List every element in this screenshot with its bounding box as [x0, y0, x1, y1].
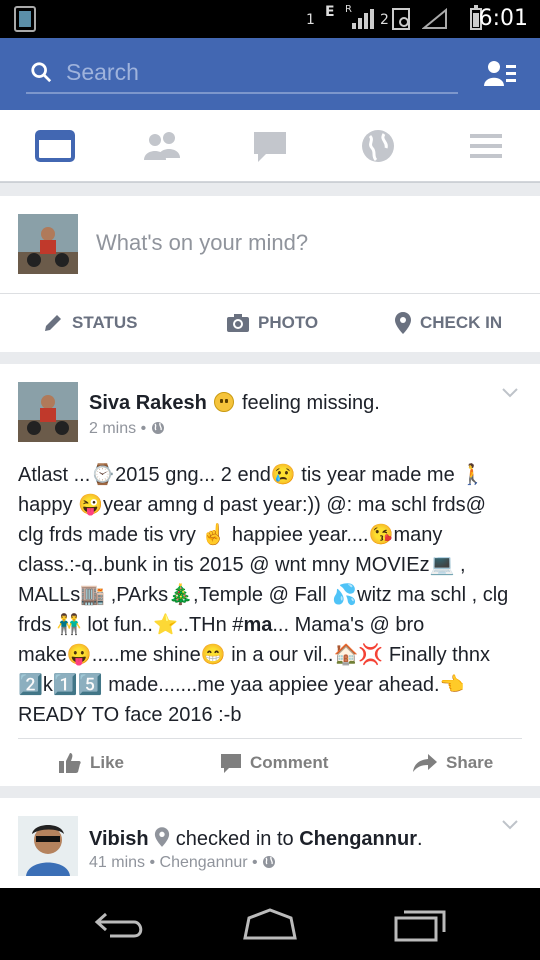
post-line: Atlast ...⌚2015 gng... 2 end😢 tis year m…: [18, 464, 486, 486]
search-input[interactable]: Search: [26, 52, 458, 94]
home-icon[interactable]: [243, 908, 297, 942]
thumbs-up-icon: [59, 753, 81, 773]
app-bar: Search: [0, 38, 540, 110]
sim2-data-icon: [392, 8, 410, 30]
status-button[interactable]: STATUS: [42, 308, 137, 338]
divider: [18, 738, 522, 739]
status-label: STATUS: [72, 313, 138, 332]
post-location[interactable]: Chengannur: [160, 854, 248, 871]
search-icon: [31, 62, 52, 83]
tab-menu[interactable]: [466, 126, 506, 166]
app-notification-icon: [14, 6, 36, 32]
post-header: Siva Rakesh feeling missing.: [89, 392, 380, 415]
recent-apps-icon[interactable]: [394, 908, 448, 942]
post-meta: 41 mins • Chengannur •: [89, 854, 276, 872]
place-suffix: .: [416, 828, 423, 850]
sim2-label: 2: [380, 12, 389, 28]
feeling-emoji-icon: [214, 392, 235, 412]
avatar[interactable]: [18, 816, 78, 876]
check-in-button[interactable]: CHECK IN: [394, 308, 502, 338]
tab-globe-notifications[interactable]: [358, 126, 398, 166]
signal-empty-icon: [422, 8, 447, 29]
search-placeholder: Search: [66, 59, 139, 85]
tab-messages[interactable]: [250, 126, 290, 166]
checked-in-text: checked in to: [175, 828, 294, 850]
feed-post: Vibish checked in to Chengannur. 41 mins…: [0, 798, 540, 888]
composer-input[interactable]: What's on your mind?: [96, 230, 308, 256]
post-line: frds 👬 lot fun..⭐..THn #ma... Mama's @ b…: [18, 614, 425, 636]
share-label: Share: [446, 753, 494, 772]
feed-post: Siva Rakesh feeling missing. 2 mins • At…: [0, 364, 540, 786]
photo-button[interactable]: PHOTO: [226, 308, 318, 338]
post-meta: 2 mins •: [89, 420, 165, 438]
share-button[interactable]: Share: [412, 750, 493, 776]
feeling-text: feeling missing.: [241, 392, 380, 414]
post-line: MALLs🏬 ,PArks🎄,Temple @ Fall 💦witz ma sc…: [18, 584, 509, 606]
chevron-down-icon[interactable]: [502, 388, 518, 398]
post-line: happy 😜year amng d past year:)) @: ma sc…: [18, 494, 486, 516]
post-time[interactable]: 2 mins: [89, 420, 136, 437]
comment-button[interactable]: Comment: [220, 750, 328, 776]
author-name[interactable]: Vibish: [89, 828, 149, 850]
post-line: READY TO face 2016 :-b: [18, 704, 242, 726]
globe-icon: [151, 422, 164, 434]
system-nav-bar: [0, 888, 540, 960]
tab-bar: [0, 110, 540, 182]
post-line: make😛.....me shine😁 in a our vil..🏠💢 Fin…: [18, 644, 490, 666]
avatar[interactable]: [18, 214, 78, 274]
chevron-down-icon[interactable]: [502, 820, 518, 830]
post-line: clg frds made tis vry ☝ happiee year....…: [18, 524, 443, 546]
author-name[interactable]: Siva Rakesh: [89, 392, 207, 414]
post-header: Vibish checked in to Chengannur.: [89, 826, 423, 851]
tab-friends[interactable]: [142, 126, 182, 166]
avatar[interactable]: [18, 382, 78, 442]
post-time[interactable]: 41 mins: [89, 854, 145, 871]
back-icon[interactable]: [94, 908, 148, 942]
location-pin-icon: [395, 312, 411, 334]
composer-card: What's on your mind? STATUS PHOTO CHECK …: [0, 196, 540, 352]
like-label: Like: [90, 753, 125, 772]
photo-label: PHOTO: [258, 313, 319, 332]
hashtag-bold: ma: [243, 614, 273, 636]
like-button[interactable]: Like: [58, 750, 124, 776]
divider: [0, 182, 540, 194]
network-type-label: E: [325, 4, 335, 20]
check-in-label: CHECK IN: [420, 313, 503, 332]
post-body: Atlast ...⌚2015 gng... 2 end😢 tis year m…: [18, 460, 526, 730]
share-arrow-icon: [413, 754, 437, 772]
comment-icon: [221, 754, 241, 773]
roaming-label: R: [345, 4, 352, 15]
post-line: class.:-q..bunk in tis 2015 @ wnt mny MO…: [18, 554, 466, 576]
signal-icon: [352, 9, 374, 29]
status-bar: 1 E R 2 6:01: [0, 0, 540, 38]
camera-icon: [227, 314, 249, 332]
sim1-label: 1: [306, 12, 315, 28]
divider: [0, 293, 540, 294]
comment-label: Comment: [250, 753, 329, 772]
pencil-icon: [45, 315, 61, 331]
place-name[interactable]: Chengannur: [299, 828, 417, 850]
clock: 6:01: [478, 6, 528, 31]
post-line: 2️⃣k1️⃣5️⃣ made.......me yaa appiee year…: [18, 674, 465, 696]
contacts-icon[interactable]: [484, 60, 516, 86]
globe-icon: [263, 856, 276, 868]
tab-news-feed[interactable]: [35, 126, 75, 166]
location-pin-icon: [155, 827, 170, 847]
